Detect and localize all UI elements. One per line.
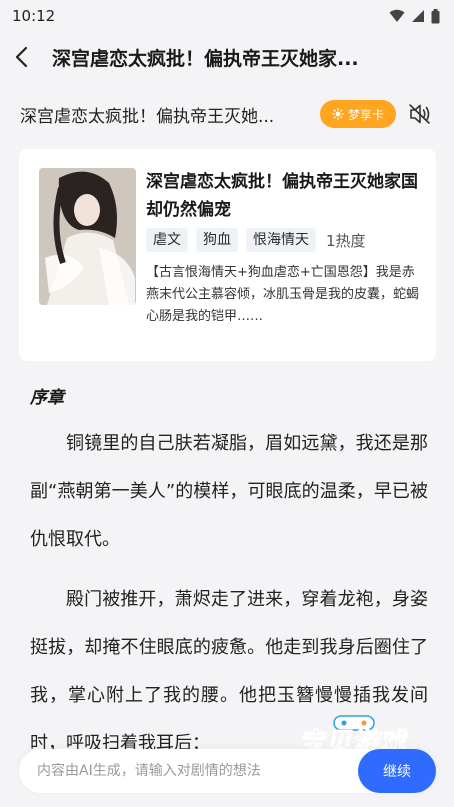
heat-count: 1热度: [326, 231, 366, 250]
page-title: 深宫虐恋太疯批！偏执帝王灭她家...: [52, 47, 359, 70]
speaker-mute-icon: [409, 104, 430, 124]
continue-button-label: 继续: [383, 764, 411, 780]
book-info: 深宫虐恋太疯批！偏执帝王灭她家国却仍然偏宠 虐文 狗血 恨海情天 1热度 【古言…: [146, 168, 422, 361]
sub-row: 深宫虐恋太疯批！偏执帝王灭她... 梦享卡: [0, 82, 454, 146]
battery-icon: [431, 8, 440, 23]
story-paragraph: 殿门被推开，萧烬走了进来，穿着龙袍，身姿挺拔，却掩不住眼底的疲惫。他走到我身后圈…: [30, 589, 428, 754]
chapter-title: 序章: [30, 388, 64, 408]
status-time: 10:12: [12, 7, 56, 25]
book-tags: 虐文 狗血 恨海情天 1热度: [146, 228, 422, 252]
status-icons: [389, 8, 440, 24]
status-bar: 10:12: [0, 0, 454, 32]
book-tag[interactable]: 恨海情天: [246, 228, 316, 252]
back-button[interactable]: [14, 42, 44, 72]
continue-button[interactable]: 继续: [358, 749, 436, 793]
book-description: 【古言恨海情天+狗血虐恋+亡国恩怨】我是赤燕末代公主慕容倾，冰肌玉骨是我的皮囊，…: [146, 265, 420, 324]
story-subtitle: 深宫虐恋太疯批！偏执帝王灭她...: [20, 106, 275, 127]
book-title: 深宫虐恋太疯批！偏执帝王灭她家国却仍然偏宠: [146, 172, 418, 220]
signal-icon: [412, 10, 424, 22]
dream-card-button[interactable]: 梦享卡: [320, 100, 397, 128]
story-content: 序章 铜镜里的自己肤若凝脂，眉如远黛，我还是那副“燕朝第一美人”的模样，可眼底的…: [30, 380, 428, 780]
book-cover-image: [39, 168, 136, 305]
sound-button[interactable]: [408, 102, 432, 126]
book-card[interactable]: 深宫虐恋太疯批！偏执帝王灭她家国却仍然偏宠 虐文 狗血 恨海情天 1热度 【古言…: [19, 149, 436, 361]
sun-icon: [332, 108, 344, 120]
book-tag[interactable]: 狗血: [196, 228, 238, 252]
book-tag[interactable]: 虐文: [146, 228, 188, 252]
ai-input-bar: 继续: [19, 749, 436, 793]
dream-card-label: 梦享卡: [348, 107, 385, 122]
wifi-icon: [389, 9, 405, 22]
header: 深宫虐恋太疯批！偏执帝王灭她家...: [0, 32, 454, 82]
back-arrow-icon: [15, 46, 28, 68]
story-paragraph: 铜镜里的自己肤若凝脂，眉如远黛，我还是那副“燕朝第一美人”的模样，可眼底的温柔，…: [30, 433, 428, 550]
plot-idea-input[interactable]: [37, 763, 317, 779]
cover-illustration: [39, 168, 136, 305]
